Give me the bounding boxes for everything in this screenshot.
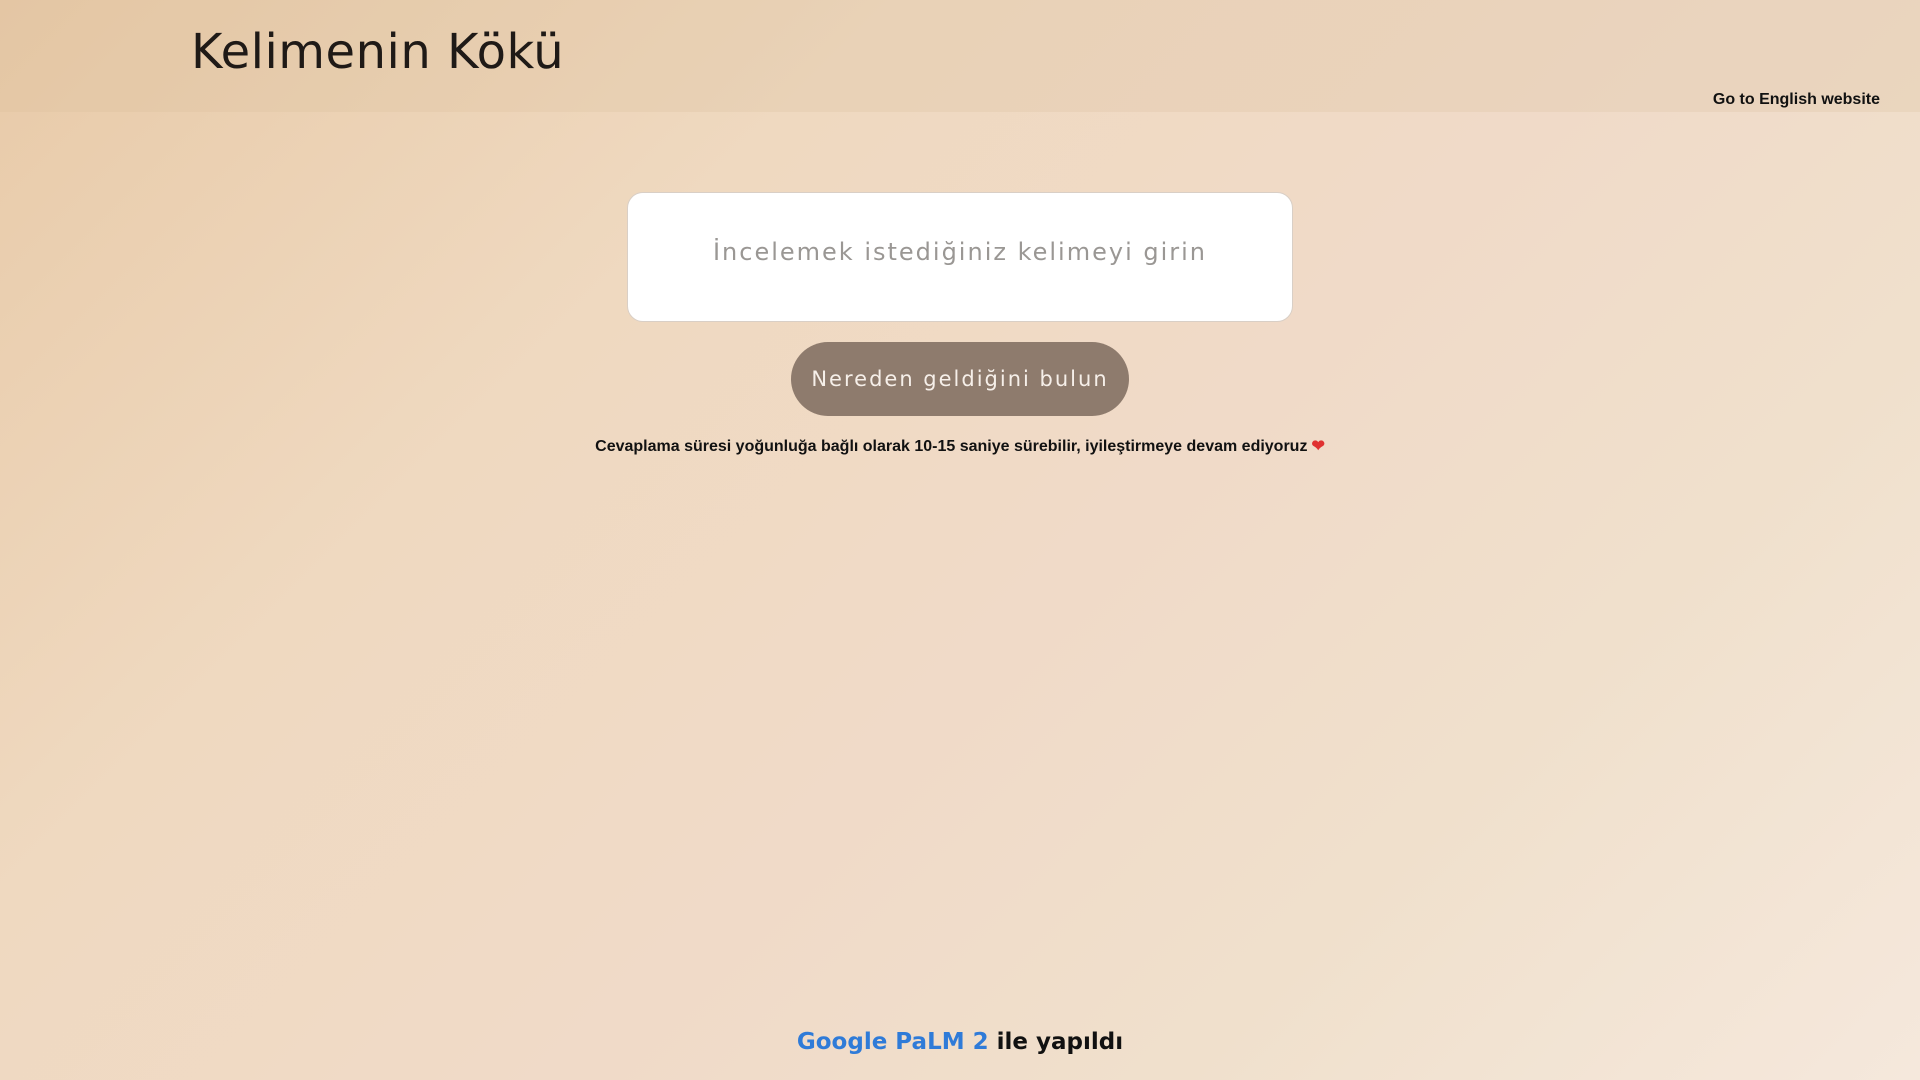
word-search-input[interactable] — [627, 192, 1293, 322]
footer: Google PaLM 2 ile yapıldı — [0, 1029, 1920, 1055]
response-time-notice: Cevaplama süresi yoğunluğa bağlı olarak … — [0, 436, 1920, 456]
site-title: Kelimenin Kökü — [191, 24, 565, 80]
english-website-link[interactable]: Go to English website — [1713, 91, 1880, 109]
footer-suffix: ile yapıldı — [988, 1029, 1124, 1055]
notice-text: Cevaplama süresi yoğunluğa bağlı olarak … — [595, 438, 1308, 455]
google-palm-link[interactable]: Google PaLM 2 — [797, 1029, 989, 1055]
heart-icon: ❤ — [1311, 438, 1325, 455]
site-header: Kelimenin Kökü — [0, 0, 1920, 112]
find-origin-button[interactable]: Nereden geldiğini bulun — [791, 342, 1129, 416]
